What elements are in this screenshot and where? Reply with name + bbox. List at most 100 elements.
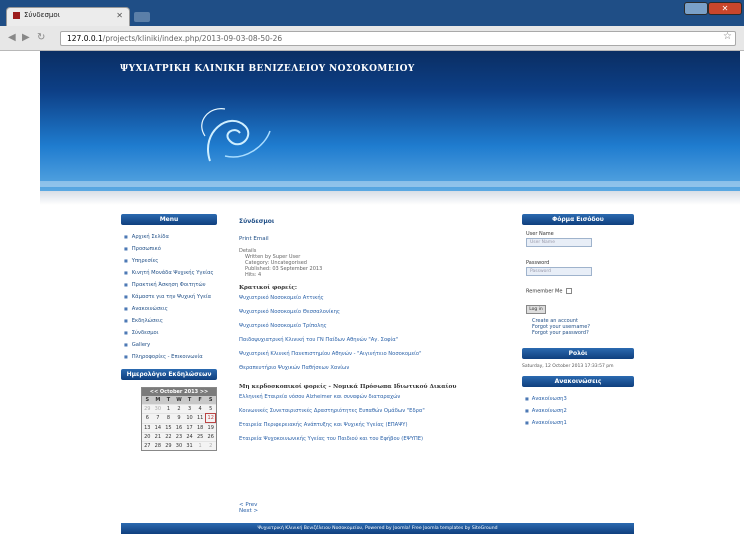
calendar-day[interactable]: 22 xyxy=(163,432,174,441)
calendar-day[interactable]: 16 xyxy=(173,423,185,432)
right-column: Φόρμα Εισόδου User Name User Name Passwo… xyxy=(522,214,634,429)
announcements-title: Ανακοινώσεις xyxy=(522,375,634,387)
swirl-ornament-icon xyxy=(201,108,271,162)
calendar-day[interactable]: 7 xyxy=(152,413,164,423)
forward-icon[interactable]: ▶ xyxy=(22,32,30,43)
calendar-day[interactable]: 8 xyxy=(163,413,174,423)
external-link[interactable]: Ψυχιατρικό Νοσοκομείο Αττικής xyxy=(239,291,509,305)
browser-tab[interactable]: Σύνδεσμοι ✕ xyxy=(6,7,130,26)
external-link[interactable]: Ελληνική Εταιρεία νόσου Alzheimer και συ… xyxy=(239,390,509,404)
browser-toolbar: ◀ ▶ ↻ 127.0.0.1/projects/kliniki/index.p… xyxy=(0,26,744,51)
menu-item[interactable]: Αρχική Σελίδα xyxy=(121,231,217,243)
address-bar[interactable]: 127.0.0.1/projects/kliniki/index.php/201… xyxy=(60,31,736,46)
calendar-day[interactable]: 23 xyxy=(173,432,185,441)
external-link[interactable]: Θεραπευτήριο Ψυχικών Παθήσεων Χανίων xyxy=(239,361,509,375)
header-strip xyxy=(40,181,740,187)
calendar-day[interactable]: 1 xyxy=(163,404,174,413)
announcement-link[interactable]: Ανακοίνωση2 xyxy=(522,405,634,417)
calendar-dow: S xyxy=(142,396,153,404)
calendar-day[interactable]: 4 xyxy=(194,404,206,413)
remember-checkbox[interactable] xyxy=(566,288,573,294)
tab-close-icon[interactable]: ✕ xyxy=(116,11,123,20)
new-tab-button[interactable] xyxy=(134,12,150,22)
login-form: User Name User Name Password Password Re… xyxy=(522,231,634,336)
calendar-dow: T xyxy=(184,396,195,404)
next-link[interactable]: Next > xyxy=(239,508,258,514)
calendar-day[interactable]: 6 xyxy=(142,413,153,423)
external-link[interactable]: Ψυχιατρικό Νοσοκομείο Τρίπολης xyxy=(239,319,509,333)
menu-item[interactable]: Gallery xyxy=(121,339,217,351)
calendar-day[interactable]: 27 xyxy=(142,441,153,450)
external-link[interactable]: Ψυχιατρικό Νοσοκομείο Θεσσαλονίκης xyxy=(239,305,509,319)
calendar-day[interactable]: 30 xyxy=(173,441,185,450)
calendar-day[interactable]: 3 xyxy=(184,404,195,413)
window-close-button[interactable]: ✕ xyxy=(708,2,742,15)
calendar-day[interactable]: 28 xyxy=(152,441,164,450)
announcement-link[interactable]: Ανακοίνωση1 xyxy=(522,417,634,429)
back-icon[interactable]: ◀ xyxy=(8,32,16,43)
menu-item[interactable]: Πρακτική Άσκηση Φοιτητών xyxy=(121,279,217,291)
calendar-day[interactable]: 2 xyxy=(173,404,185,413)
calendar-day[interactable]: 5 xyxy=(205,404,216,413)
menu-item[interactable]: Προσωπικό xyxy=(121,243,217,255)
calendar-day[interactable]: 14 xyxy=(152,423,164,432)
reload-icon[interactable]: ↻ xyxy=(37,32,45,43)
password-input[interactable]: Password xyxy=(526,267,592,276)
clock-datetime: Saturday, 12 October 2013 17:33:57 pm xyxy=(522,363,614,369)
menu-item[interactable]: Πληροφορίες - Επικοινωνία xyxy=(121,351,217,363)
menu-item[interactable]: Κάμαστε για την Ψυχική Υγεία xyxy=(121,291,217,303)
print-email-links[interactable]: Print Email xyxy=(239,236,509,242)
menu-item[interactable]: Εκδηλώσεις xyxy=(121,315,217,327)
calendar-day[interactable]: 2 xyxy=(205,441,216,450)
username-input[interactable]: User Name xyxy=(526,238,592,247)
calendar-day[interactable]: 9 xyxy=(173,413,185,423)
tab-title: Σύνδεσμοι xyxy=(24,11,60,19)
nonprofit-links-list: Ελληνική Εταιρεία νόσου Alzheimer και συ… xyxy=(239,390,509,446)
calendar-dow: S xyxy=(205,396,216,404)
events-calendar: << October 2013 >> S M T W T F S 29 30 1… xyxy=(141,387,217,451)
calendar-day[interactable]: 18 xyxy=(194,423,206,432)
calendar-day[interactable]: 15 xyxy=(163,423,174,432)
remember-label: Remember Me xyxy=(526,288,563,295)
calendar-day[interactable]: 11 xyxy=(194,413,206,423)
calendar-day[interactable]: 19 xyxy=(205,423,216,432)
calendar-day[interactable]: 20 xyxy=(142,432,153,441)
calendar-day-today[interactable]: 12 xyxy=(205,413,216,423)
login-links: Create an account Forgot your username? … xyxy=(532,318,634,336)
announcement-link[interactable]: Ανακοίνωση3 xyxy=(522,393,634,405)
menu-item[interactable]: Σύνδεσμοι xyxy=(121,327,217,339)
forgot-password-link[interactable]: Forgot your password? xyxy=(532,330,634,336)
calendar-prev-button[interactable]: << xyxy=(150,389,158,395)
calendar-day[interactable]: 1 xyxy=(194,441,206,450)
bookmark-star-icon[interactable]: ☆ xyxy=(723,31,732,42)
calendar-day[interactable]: 29 xyxy=(163,441,174,450)
external-link[interactable]: Παιδοψυχιατρική Κλινική του ΓΝ Παίδων Αθ… xyxy=(239,333,509,347)
site-header: ΨΥΧΙΑΤΡΙΚΗ ΚΛΙΝΙΚΗ ΒΕΝΙΖΕΛΕΙΟΥ ΝΟΣΟΚΟΜΕΙ… xyxy=(40,51,740,191)
menu-item[interactable]: Ανακοινώσεις xyxy=(121,303,217,315)
external-link[interactable]: Εταιρεία Περιφερειακής Ανάπτυξης και Ψυχ… xyxy=(239,418,509,432)
state-links-list: Ψυχιατρικό Νοσοκομείο Αττικής Ψυχιατρικό… xyxy=(239,291,509,375)
calendar-day[interactable]: 25 xyxy=(194,432,206,441)
login-button[interactable]: Log in xyxy=(526,304,546,314)
calendar-day[interactable]: 17 xyxy=(184,423,195,432)
main-menu: Αρχική Σελίδα Προσωπικό Υπηρεσίες Κινητή… xyxy=(121,231,217,363)
calendar-day[interactable]: 26 xyxy=(205,432,216,441)
calendar-day[interactable]: 13 xyxy=(142,423,153,432)
calendar-day[interactable]: 24 xyxy=(184,432,195,441)
clock-title: Ρολόι xyxy=(522,347,634,359)
calendar-day[interactable]: 29 xyxy=(142,404,153,413)
external-link[interactable]: Κοινωνικές Συνεταιριστικές Δραστηριότητε… xyxy=(239,404,509,418)
password-label: Password xyxy=(526,260,550,266)
calendar-day[interactable]: 31 xyxy=(184,441,195,450)
calendar-day[interactable]: 21 xyxy=(152,432,164,441)
external-link[interactable]: Ψυχιατρική Κλινική Πανεπιστημίου Αθηνών … xyxy=(239,347,509,361)
menu-item[interactable]: Κινητή Μονάδα Ψυχικής Υγείας xyxy=(121,267,217,279)
menu-item[interactable]: Υπηρεσίες xyxy=(121,255,217,267)
external-link[interactable]: Εταιρεία Ψυχοκοινωνικής Υγείας του Παιδι… xyxy=(239,432,509,446)
calendar-day[interactable]: 10 xyxy=(184,413,195,423)
hits: Hits: 4 xyxy=(245,272,262,278)
pagination: < Prev Next > xyxy=(239,502,258,514)
calendar-next-button[interactable]: >> xyxy=(200,389,208,395)
calendar-day[interactable]: 30 xyxy=(152,404,164,413)
window-minimize-button[interactable] xyxy=(684,2,708,15)
